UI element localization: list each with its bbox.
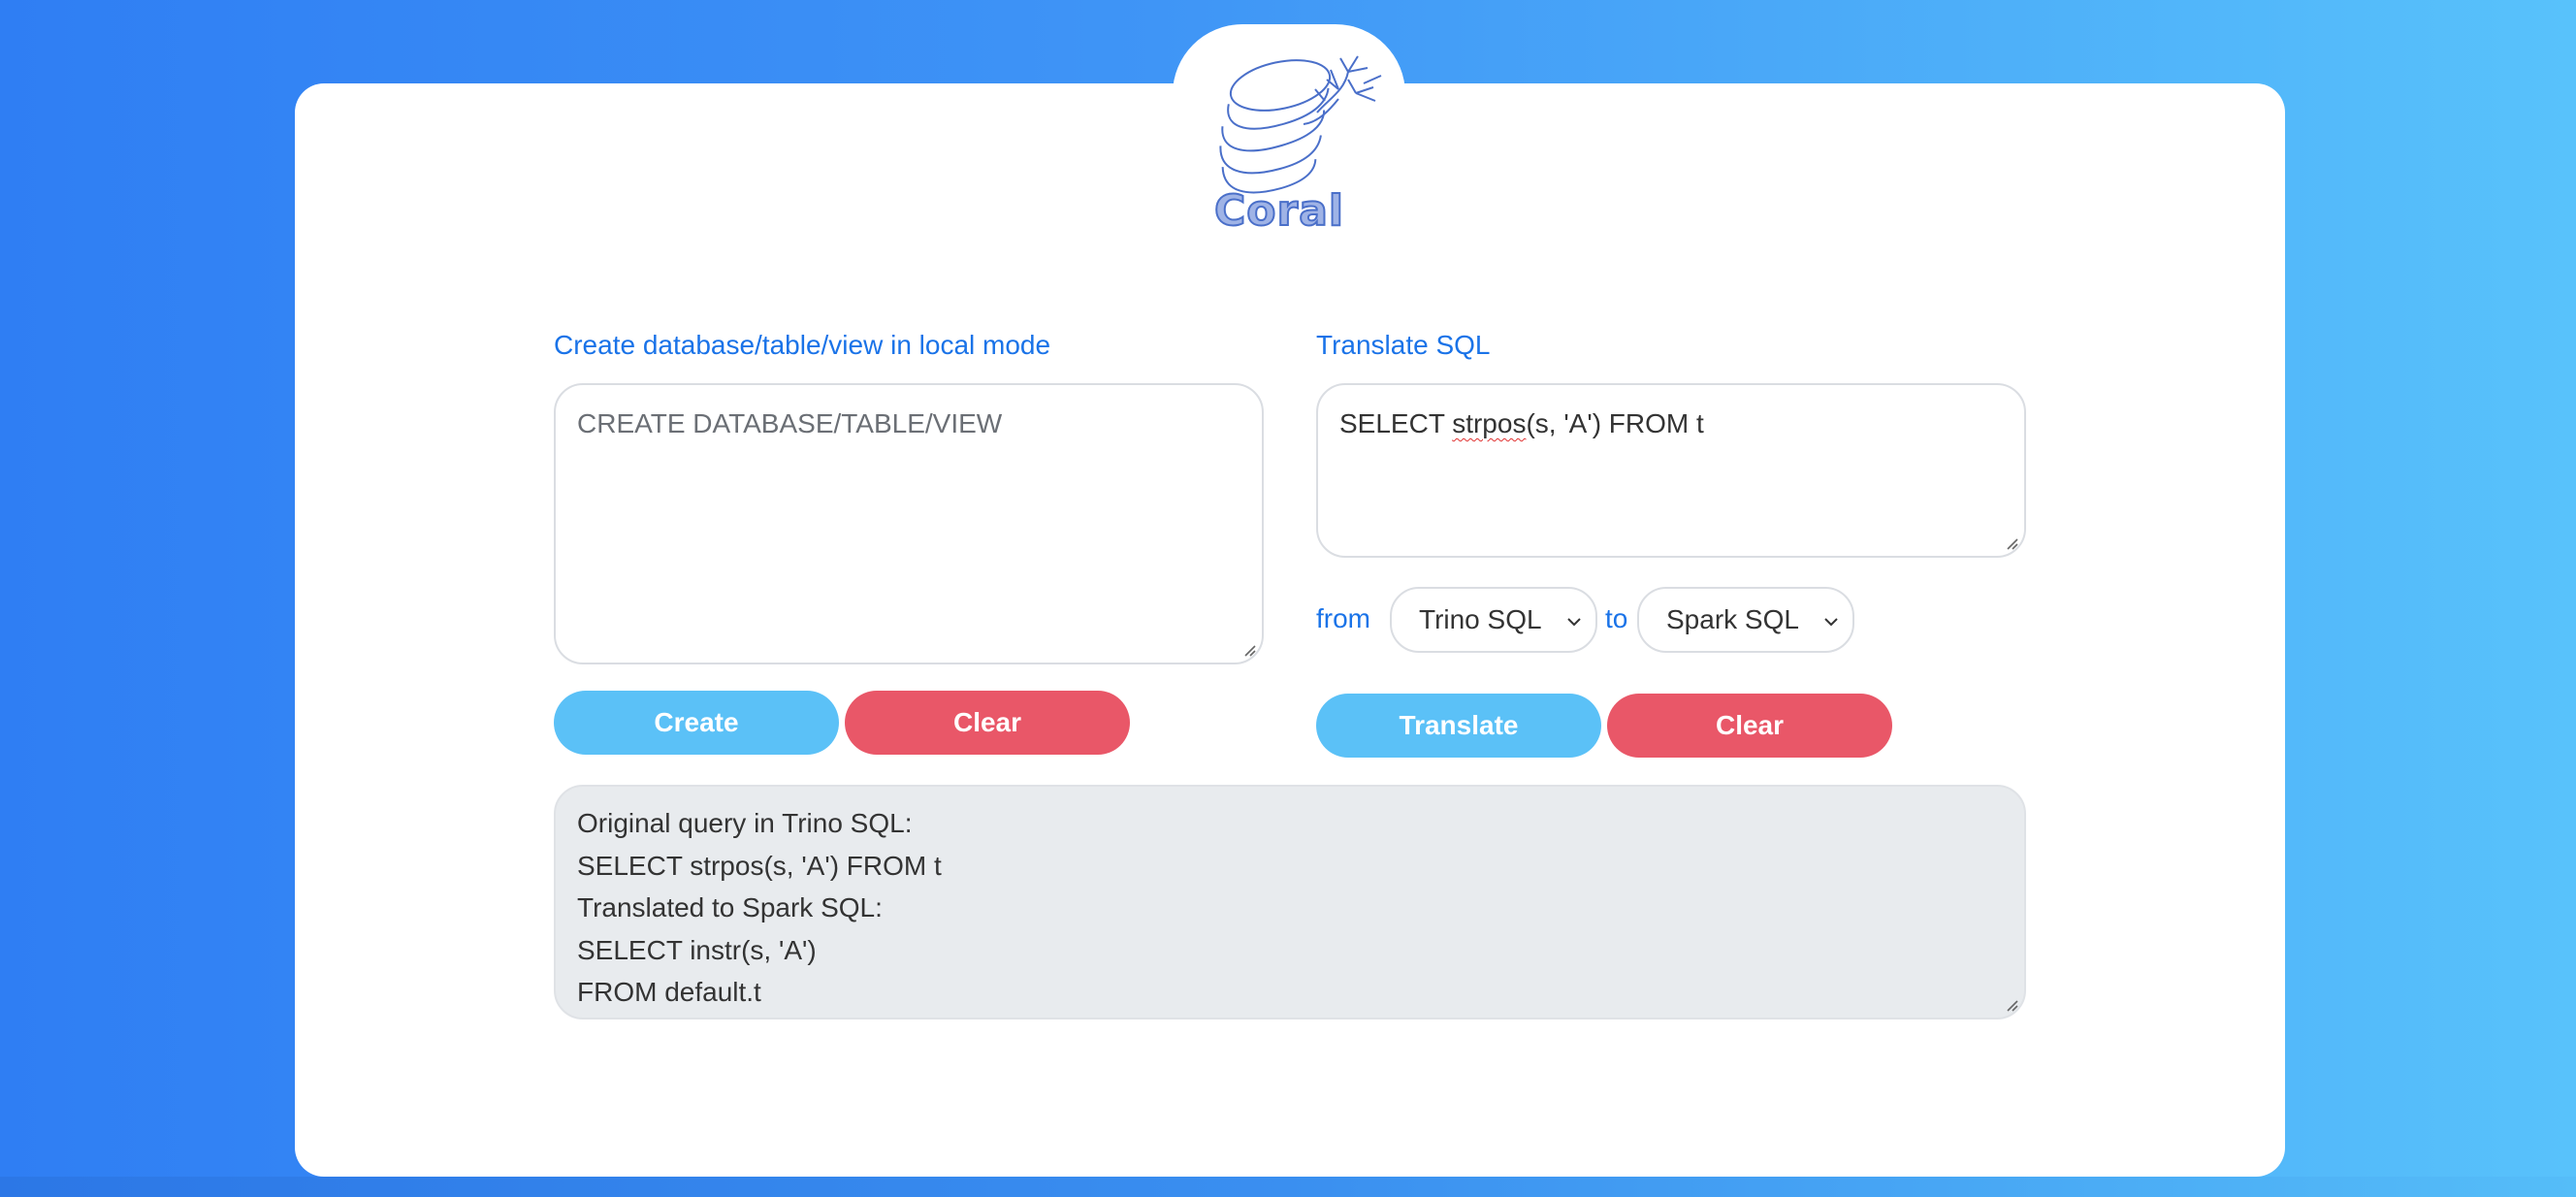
create-sql-placeholder: CREATE DATABASE/TABLE/VIEW <box>577 408 1003 438</box>
output-line: SELECT instr(s, 'A') <box>577 934 817 965</box>
translate-clear-button[interactable]: Clear <box>1607 694 1892 758</box>
from-dialect-select[interactable]: Trino SQL <box>1390 587 1597 653</box>
chevron-down-icon <box>1824 618 1838 627</box>
translate-sql-value: SELECT strpos(s, 'A') FROM t <box>1339 408 1704 438</box>
create-button[interactable]: Create <box>554 691 839 755</box>
query-prefix: SELECT <box>1339 408 1453 438</box>
create-clear-button[interactable]: Clear <box>845 691 1130 755</box>
from-label: from <box>1316 603 1370 633</box>
translate-button[interactable]: Translate <box>1316 694 1601 758</box>
to-dialect-select[interactable]: Spark SQL <box>1637 587 1854 653</box>
to-dialect-value: Spark SQL <box>1666 604 1799 634</box>
translate-section-label: Translate SQL <box>1316 330 1491 360</box>
resize-grip-icon[interactable] <box>2003 534 2018 550</box>
chevron-down-icon <box>1567 618 1581 627</box>
page-bottom-band <box>0 1177 2576 1197</box>
output-line: Translated to Spark SQL: <box>577 892 883 922</box>
query-misspelled-word: strpos <box>1452 408 1527 438</box>
brand-name: Coral <box>1213 185 1344 237</box>
create-sql-textarea[interactable]: CREATE DATABASE/TABLE/VIEW <box>554 383 1264 664</box>
output-line: Original query in Trino SQL: <box>577 808 913 838</box>
output-line: SELECT strpos(s, 'A') FROM t <box>577 850 942 881</box>
translation-output-textarea[interactable]: Original query in Trino SQL: SELECT strp… <box>554 785 2026 1019</box>
query-suffix: (s, 'A') FROM t <box>1526 408 1704 438</box>
resize-grip-icon[interactable] <box>1240 641 1256 657</box>
to-label: to <box>1605 603 1628 633</box>
output-line: FROM default.t <box>577 977 761 1007</box>
from-dialect-value: Trino SQL <box>1419 604 1542 634</box>
create-section-label: Create database/table/view in local mode <box>554 330 1051 360</box>
resize-grip-icon[interactable] <box>2003 996 2018 1012</box>
translate-sql-textarea[interactable]: SELECT strpos(s, 'A') FROM t <box>1316 383 2026 558</box>
